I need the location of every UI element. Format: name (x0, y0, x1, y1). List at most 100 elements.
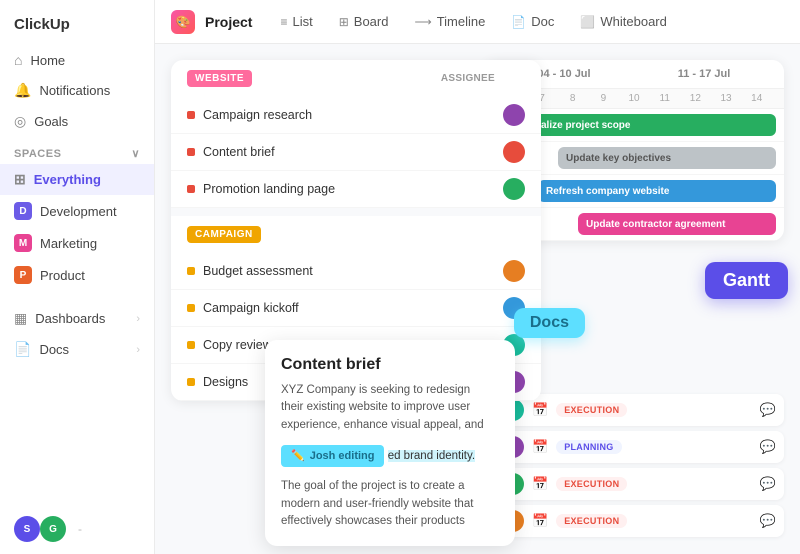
edit-pencil-icon: ✏️ (291, 448, 305, 465)
sidebar-item-goals[interactable]: ◎ Goals (0, 106, 154, 137)
task-row[interactable]: Promotion landing page (171, 171, 541, 208)
gantt-day: 11 (649, 93, 680, 104)
gantt-week2: 11 - 17 Jul (636, 68, 772, 80)
goals-icon: ◎ (14, 113, 26, 130)
task-dot (187, 267, 195, 275)
tab-board[interactable]: ⊞ Board (329, 10, 399, 33)
task-dot (187, 378, 195, 386)
user-avatar-2: G (40, 516, 66, 542)
gantt-day: 8 (557, 93, 588, 104)
task-avatar (503, 260, 525, 282)
sidebar-item-marketing[interactable]: M Marketing (0, 227, 154, 259)
status-row: 📅 EXECUTION 💬 (494, 468, 784, 500)
task-row[interactable]: Campaign research (171, 97, 541, 134)
gantt-day: 9 (588, 93, 619, 104)
tab-list[interactable]: ≡ List (270, 10, 322, 33)
home-icon: ⌂ (14, 52, 22, 68)
whiteboard-icon: ⬜ (580, 15, 595, 29)
more-users: - (78, 522, 82, 536)
tab-whiteboard[interactable]: ⬜ Whiteboard (570, 10, 676, 33)
top-nav: 🎨 Project ≡ List ⊞ Board ⟶ Timeline 📄 Do… (155, 0, 800, 44)
app-logo: ClickUp (0, 12, 154, 45)
task-row[interactable]: Campaign kickoff (171, 290, 541, 327)
chevron-icon: ∨ (131, 147, 140, 160)
gantt-day: 10 (619, 93, 650, 104)
sidebar-item-home[interactable]: ⌂ Home (0, 45, 154, 75)
sidebar: ClickUp ⌂ Home 🔔 Notifications ◎ Goals S… (0, 0, 155, 554)
status-badge-execution: EXECUTION (556, 477, 627, 491)
task-avatar (503, 141, 525, 163)
chevron-right-docs-icon: › (136, 344, 140, 356)
gantt-bar-3: Refresh company website (538, 180, 776, 202)
sidebar-item-dashboards[interactable]: ▦ Dashboards › (0, 303, 154, 334)
board-icon: ⊞ (339, 15, 349, 29)
gantt-day: 13 (711, 93, 742, 104)
status-row: 📅 EXECUTION 💬 (494, 394, 784, 426)
chat-icon: 💬 (760, 513, 776, 529)
status-badge-execution: EXECUTION (556, 514, 627, 528)
campaign-badge: CAMPAIGN (187, 226, 261, 243)
docs-card-body: XYZ Company is seeking to redesign their… (281, 382, 499, 530)
main-panel: 🎨 Project ≡ List ⊞ Board ⟶ Timeline 📄 Do… (155, 0, 800, 554)
section-divider (171, 208, 541, 216)
gantt-bar-4: Update contractor agreement (578, 213, 776, 235)
user-avatar[interactable]: S (14, 516, 40, 542)
docs-card-title: Content brief (281, 356, 499, 374)
sidebar-item-development[interactable]: D Development (0, 195, 154, 227)
sidebar-item-product[interactable]: P Product (0, 259, 154, 291)
sidebar-bottom: S G - (0, 516, 154, 542)
calendar-icon: 📅 (532, 513, 548, 529)
chevron-right-icon: › (136, 313, 140, 325)
task-row[interactable]: Budget assessment (171, 253, 541, 290)
status-badge-planning: PLANNING (556, 440, 621, 454)
gantt-day: 14 (741, 93, 772, 104)
content-area: WEBSITE ASSIGNEE Campaign research Conte… (155, 44, 800, 554)
task-avatar (503, 178, 525, 200)
calendar-icon: 📅 (532, 402, 548, 418)
grid-icon: ⊞ (14, 171, 26, 188)
tab-doc[interactable]: 📄 Doc (501, 10, 564, 33)
calendar-icon: 📅 (532, 476, 548, 492)
bell-icon: 🔔 (14, 82, 31, 99)
task-dot (187, 111, 195, 119)
task-dot (187, 148, 195, 156)
task-row[interactable]: Content brief (171, 134, 541, 171)
list-icon: ≡ (280, 15, 287, 29)
highlight-text: ed brand identity. (388, 450, 475, 462)
timeline-icon: ⟶ (414, 15, 431, 29)
docs-tooltip: Docs (514, 308, 585, 338)
editing-badge: ✏️ Josh editing (281, 445, 384, 468)
status-area: 📅 EXECUTION 💬 📅 PLANNING 💬 📅 EXECUTION 💬… (494, 394, 784, 542)
chat-icon: 💬 (760, 402, 776, 418)
gantt-tooltip: Gantt (705, 262, 788, 299)
website-section-header: WEBSITE ASSIGNEE (171, 60, 541, 97)
sidebar-item-everything[interactable]: ⊞ Everything (0, 164, 154, 195)
task-avatar (503, 104, 525, 126)
task-dot (187, 304, 195, 312)
status-row: 📅 PLANNING 💬 (494, 431, 784, 463)
docs-card: Docs Content brief XYZ Company is seekin… (265, 340, 515, 546)
doc-icon: 📄 (511, 15, 526, 29)
gantt-bar-2: Update key objectives (558, 147, 776, 169)
gantt-bar-1: Finalize project scope (518, 114, 776, 136)
gantt-day: 12 (680, 93, 711, 104)
chat-icon: 💬 (760, 476, 776, 492)
status-badge-execution: EXECUTION (556, 403, 627, 417)
tab-timeline[interactable]: ⟶ Timeline (404, 10, 495, 33)
status-row: 📅 EXECUTION 💬 (494, 505, 784, 537)
sidebar-item-docs[interactable]: 📄 Docs › (0, 334, 154, 365)
project-title: Project (205, 14, 252, 30)
task-dot (187, 185, 195, 193)
dashboard-icon: ▦ (14, 310, 27, 327)
campaign-section-header: CAMPAIGN (171, 216, 541, 253)
marketing-dot: M (14, 234, 32, 252)
project-icon: 🎨 (171, 10, 195, 34)
chat-icon: 💬 (760, 439, 776, 455)
product-dot: P (14, 266, 32, 284)
sidebar-item-notifications[interactable]: 🔔 Notifications (0, 75, 154, 106)
docs-icon: 📄 (14, 341, 31, 358)
development-dot: D (14, 202, 32, 220)
task-dot (187, 341, 195, 349)
website-badge: WEBSITE (187, 70, 252, 87)
calendar-icon: 📅 (532, 439, 548, 455)
